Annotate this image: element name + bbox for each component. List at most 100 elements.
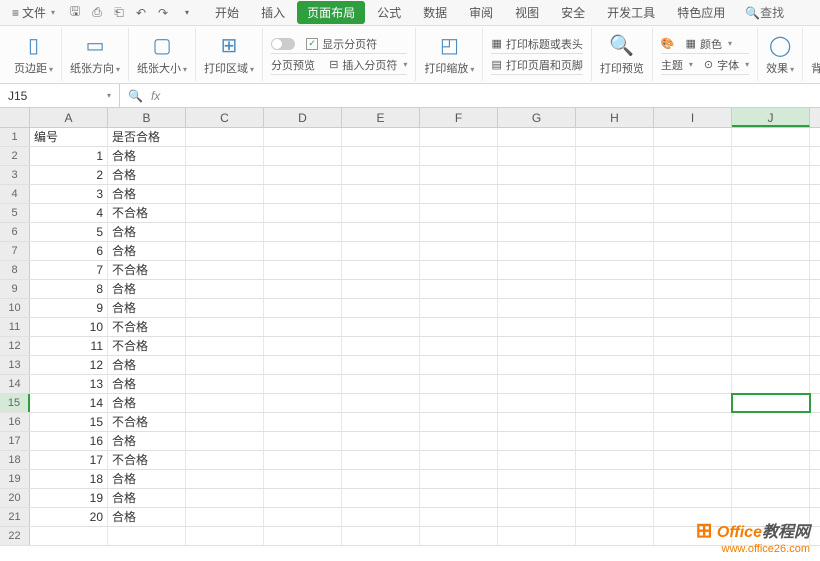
- cell[interactable]: [108, 527, 186, 545]
- cell[interactable]: [576, 318, 654, 336]
- cell[interactable]: 合格: [108, 470, 186, 488]
- tab-开发工具[interactable]: 开发工具: [597, 1, 665, 24]
- cell[interactable]: [264, 223, 342, 241]
- row-header[interactable]: 4: [0, 185, 30, 203]
- row-header[interactable]: 21: [0, 508, 30, 526]
- cell[interactable]: [576, 508, 654, 526]
- row-header[interactable]: 2: [0, 147, 30, 165]
- cell[interactable]: [732, 128, 810, 146]
- row-header[interactable]: 15: [0, 394, 30, 412]
- cell[interactable]: 编号: [30, 128, 108, 146]
- col-header-J[interactable]: J: [732, 108, 810, 127]
- cell[interactable]: [498, 375, 576, 393]
- cell[interactable]: [342, 508, 420, 526]
- cell[interactable]: 13: [30, 375, 108, 393]
- row-header[interactable]: 18: [0, 451, 30, 469]
- cell[interactable]: 不合格: [108, 204, 186, 222]
- cell[interactable]: [654, 223, 732, 241]
- cell[interactable]: [498, 128, 576, 146]
- cell[interactable]: 合格: [108, 356, 186, 374]
- cell[interactable]: [654, 261, 732, 279]
- cell[interactable]: [420, 128, 498, 146]
- cell[interactable]: [420, 432, 498, 450]
- cell[interactable]: [186, 337, 264, 355]
- cell[interactable]: [186, 223, 264, 241]
- cell[interactable]: [732, 280, 810, 298]
- cell[interactable]: [420, 470, 498, 488]
- col-header-G[interactable]: G: [498, 108, 576, 127]
- cell[interactable]: [342, 375, 420, 393]
- cell[interactable]: [732, 204, 810, 222]
- cell[interactable]: [732, 223, 810, 241]
- cell[interactable]: [732, 394, 810, 412]
- row-header[interactable]: 1: [0, 128, 30, 146]
- pagebreak-preview-button[interactable]: 分页预览: [271, 57, 315, 73]
- cell[interactable]: [576, 128, 654, 146]
- cell[interactable]: [186, 508, 264, 526]
- cell[interactable]: [576, 185, 654, 203]
- cell[interactable]: [420, 147, 498, 165]
- cell[interactable]: [342, 204, 420, 222]
- row-header[interactable]: 10: [0, 299, 30, 317]
- name-box[interactable]: J15 ▾: [0, 84, 120, 107]
- cell[interactable]: [654, 147, 732, 165]
- cell[interactable]: [264, 489, 342, 507]
- cell[interactable]: 不合格: [108, 413, 186, 431]
- row-header[interactable]: 11: [0, 318, 30, 336]
- cell[interactable]: 17: [30, 451, 108, 469]
- cell[interactable]: [732, 318, 810, 336]
- col-header-B[interactable]: B: [108, 108, 186, 127]
- cell[interactable]: [654, 337, 732, 355]
- print-icon[interactable]: ⎙: [89, 5, 105, 20]
- cell[interactable]: [732, 356, 810, 374]
- cell[interactable]: [342, 337, 420, 355]
- cell[interactable]: [342, 242, 420, 260]
- cell[interactable]: [186, 489, 264, 507]
- row-header[interactable]: 14: [0, 375, 30, 393]
- cell[interactable]: [576, 451, 654, 469]
- background-button[interactable]: ▨ 背景图片: [803, 28, 820, 81]
- cell[interactable]: [186, 527, 264, 545]
- cell[interactable]: 4: [30, 204, 108, 222]
- cell[interactable]: [732, 337, 810, 355]
- cell[interactable]: [732, 375, 810, 393]
- cell[interactable]: [654, 318, 732, 336]
- cell[interactable]: [264, 451, 342, 469]
- cell[interactable]: [420, 261, 498, 279]
- cell[interactable]: [264, 527, 342, 545]
- cell[interactable]: [186, 185, 264, 203]
- cell[interactable]: [576, 280, 654, 298]
- cell[interactable]: [342, 223, 420, 241]
- cell[interactable]: [264, 242, 342, 260]
- cell[interactable]: [576, 375, 654, 393]
- cell[interactable]: [420, 375, 498, 393]
- cell[interactable]: 合格: [108, 299, 186, 317]
- cell[interactable]: [576, 432, 654, 450]
- print-titles-button[interactable]: 打印标题或表头: [506, 36, 583, 52]
- cell[interactable]: [264, 147, 342, 165]
- cell[interactable]: [342, 280, 420, 298]
- cell[interactable]: [576, 356, 654, 374]
- col-header-C[interactable]: C: [186, 108, 264, 127]
- cell[interactable]: 14: [30, 394, 108, 412]
- cell[interactable]: 2: [30, 166, 108, 184]
- cell[interactable]: [576, 337, 654, 355]
- cell[interactable]: [420, 508, 498, 526]
- cell[interactable]: 合格: [108, 280, 186, 298]
- cell[interactable]: [498, 204, 576, 222]
- redo-icon[interactable]: ↷: [155, 6, 171, 20]
- header-footer-button[interactable]: 打印页眉和页脚: [506, 57, 583, 73]
- cell[interactable]: [342, 185, 420, 203]
- cell[interactable]: [654, 451, 732, 469]
- cell[interactable]: 12: [30, 356, 108, 374]
- cell[interactable]: [420, 356, 498, 374]
- cell[interactable]: [342, 470, 420, 488]
- cell[interactable]: [498, 394, 576, 412]
- toggle-switch[interactable]: [271, 38, 295, 50]
- cell[interactable]: [264, 261, 342, 279]
- cell[interactable]: 合格: [108, 185, 186, 203]
- cell[interactable]: 不合格: [108, 318, 186, 336]
- print-scale-button[interactable]: ◰ 打印缩放▾: [416, 28, 483, 81]
- cell[interactable]: [186, 451, 264, 469]
- save-icon[interactable]: 🖫: [67, 2, 83, 23]
